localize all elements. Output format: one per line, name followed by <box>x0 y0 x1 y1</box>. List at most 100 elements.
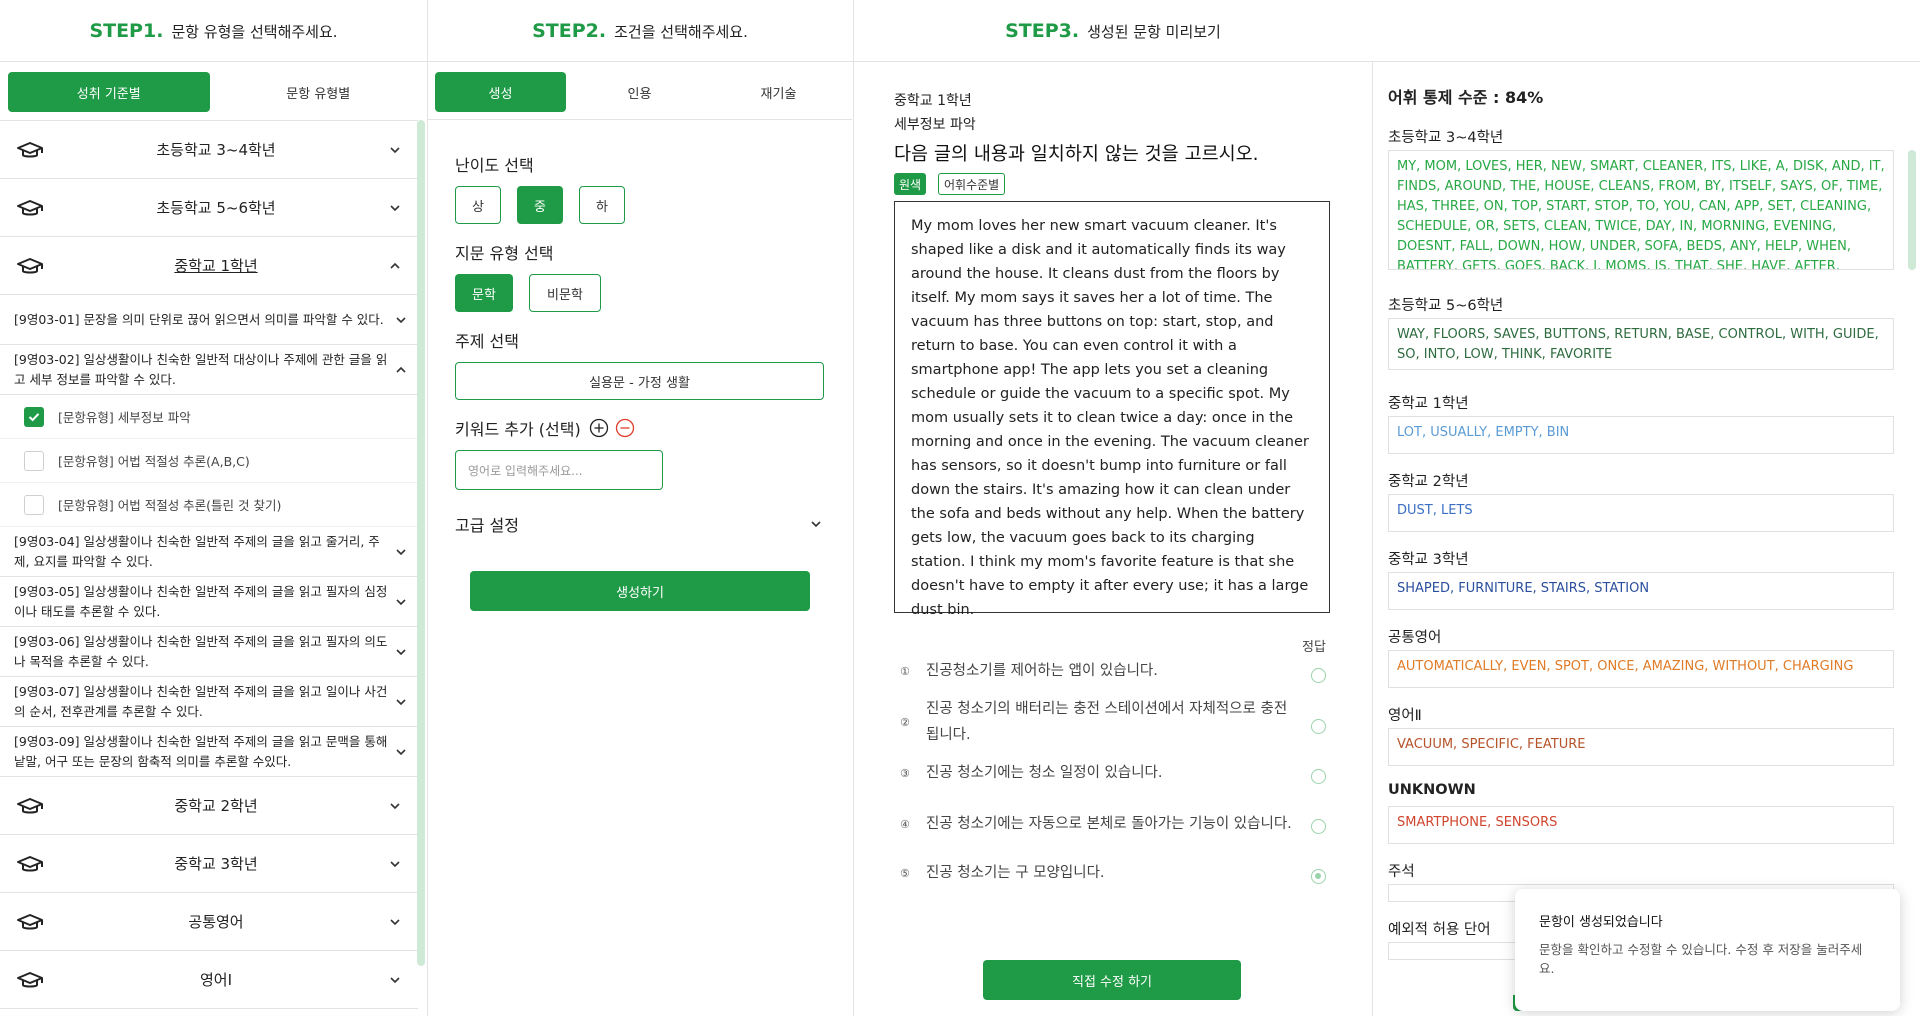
difficulty-high-button[interactable]: 상 <box>455 186 501 224</box>
choice-text: 진공 청소기에는 청소 일정이 있습니다. <box>926 765 1163 781</box>
step2-title: 조건을 선택해주세요. <box>614 22 748 41</box>
standard-item-open[interactable]: [9영03-02] 일상생활이나 친숙한 일반적 대상이나 주제에 관한 글을 … <box>0 345 418 395</box>
grade-item[interactable]: 중학교 3학년 <box>0 835 418 893</box>
vocab-group-words: SHAPED, FURNITURE, STAIRS, STATION <box>1388 572 1894 610</box>
choice-item[interactable]: ⑤ 진공 청소기는 구 모양입니다. <box>900 860 1350 886</box>
nonliterature-button[interactable]: 비문학 <box>529 274 601 312</box>
vocab-panel: 어휘 통제 수준 : 84% 초등학교 3~4학년 MY, MOM, LOVES… <box>1372 62 1920 1016</box>
standard-label: [9영03-02] 일상생활이나 친숙한 일반적 대상이나 주제에 관한 글을 … <box>14 351 388 387</box>
checkbox[interactable] <box>24 450 44 471</box>
badge-original[interactable]: 원색 <box>894 173 927 195</box>
keyword-input[interactable]: 영어로 입력해주세요... <box>455 450 663 490</box>
add-keyword-icon[interactable] <box>589 418 609 438</box>
toast-notification: 문항이 생성되었습니다 문항을 확인하고 수정할 수 있습니다. 수정 후 저장… <box>1515 889 1900 1011</box>
grade-item-open[interactable]: 중학교 1학년 <box>0 237 418 295</box>
graduation-cap-icon <box>17 199 43 215</box>
checkbox-checked[interactable] <box>24 406 44 427</box>
choice-number: ① <box>900 664 910 678</box>
standard-label: [9영03-04] 일상생활이나 친숙한 일반적 주제의 글을 읽고 줄거리, … <box>14 533 380 569</box>
standard-label: [9영03-01] 문장을 의미 단위로 끊어 읽으면서 의미를 파악할 수 있… <box>14 311 384 327</box>
step3-number: STEP3. <box>1005 20 1080 42</box>
passage-type-title: 지문 유형 선택 <box>455 244 554 263</box>
topic-select[interactable]: 실용문 - 가정 생활 <box>455 362 824 400</box>
choice-text: 진공 청소기는 구 모양입니다. <box>926 865 1105 881</box>
step1-panel: 성취 기준별 문항 유형별 초등학교 3~4학년 초등학교 5~6학년 중학교 … <box>0 62 427 1016</box>
tab-generate[interactable]: 생성 <box>435 72 566 112</box>
topic-title: 주제 선택 <box>455 332 519 351</box>
vocab-control-level: 어휘 통제 수준 : 84% <box>1388 88 1544 107</box>
difficulty-low-button[interactable]: 하 <box>579 186 625 224</box>
chevron-down-icon <box>396 698 406 705</box>
standard-label: [9영03-09] 일상생활이나 친숙한 일반적 주제의 글을 읽고 문맥을 통… <box>14 733 388 769</box>
graduation-cap-icon <box>17 855 43 871</box>
step1-number: STEP1. <box>89 20 164 42</box>
vocab-group-label: 중학교 1학년 <box>1388 396 1469 412</box>
check-icon <box>28 412 40 421</box>
standard-item[interactable]: [9영03-05] 일상생활이나 친숙한 일반적 주제의 글을 읽고 필자의 심… <box>0 577 418 627</box>
vocab-group-words: SMARTPHONE, SENSORS <box>1388 806 1894 844</box>
keyword-title: 키워드 추가 (선택) <box>455 420 581 439</box>
answer-radio[interactable] <box>1311 769 1326 784</box>
standard-item[interactable]: [9영03-01] 문장을 의미 단위로 끊어 읽으면서 의미를 파악할 수 있… <box>0 295 418 345</box>
preview-grade: 중학교 1학년 <box>894 93 972 109</box>
checkbox[interactable] <box>24 494 44 515</box>
standard-item[interactable]: [9영03-07] 일상생활이나 친숙한 일반적 주제의 글을 읽고 일이나 사… <box>0 677 418 727</box>
chevron-down-icon <box>390 802 400 809</box>
answer-radio-selected[interactable] <box>1311 869 1326 884</box>
choice-item[interactable]: ③ 진공 청소기에는 청소 일정이 있습니다. <box>900 760 1350 786</box>
choice-number: ③ <box>900 766 910 780</box>
tab-rewrite[interactable]: 재기술 <box>713 72 844 112</box>
answer-radio[interactable] <box>1311 719 1326 734</box>
grade-item[interactable]: 중학교 2학년 <box>0 777 418 835</box>
standard-item[interactable]: [9영03-09] 일상생활이나 친숙한 일반적 주제의 글을 읽고 문맥을 통… <box>0 727 418 777</box>
vocab-group-words: VACUUM, SPECIFIC, FEATURE <box>1388 728 1894 766</box>
step2-number: STEP2. <box>532 20 607 42</box>
choice-item[interactable]: ④ 진공 청소기에는 자동으로 본체로 돌아가는 기능이 있습니다. <box>900 798 1350 850</box>
question-type-label: [문항유형] 어법 적절성 추론(A,B,C) <box>58 454 250 469</box>
generate-button[interactable]: 생성하기 <box>470 571 810 611</box>
tab-by-standard[interactable]: 성취 기준별 <box>8 72 210 112</box>
standard-item[interactable]: [9영03-04] 일상생활이나 친숙한 일반적 주제의 글을 읽고 줄거리, … <box>0 527 418 577</box>
grade-item[interactable]: 초등학교 5~6학년 <box>0 179 418 237</box>
question-type-item[interactable]: [문항유형] 어법 적절성 추론(A,B,C) <box>0 439 418 483</box>
app-root: STEP1. 문항 유형을 선택해주세요. STEP2. 조건을 선택해주세요.… <box>0 0 1920 1016</box>
scrollbar[interactable] <box>417 120 425 966</box>
grade-item[interactable]: 영어Ⅰ <box>0 951 418 1009</box>
tab-quote[interactable]: 인용 <box>574 72 705 112</box>
tab-by-type[interactable]: 문항 유형별 <box>218 72 420 112</box>
difficulty-mid-button[interactable]: 중 <box>517 186 563 224</box>
chevron-down-icon <box>396 598 406 605</box>
graduation-cap-icon <box>17 797 43 813</box>
choice-item[interactable]: ② 진공 청소기의 배터리는 충전 스테이션에서 자체적으로 충전됩니다. <box>900 696 1350 748</box>
steps-header: STEP1. 문항 유형을 선택해주세요. STEP2. 조건을 선택해주세요.… <box>0 0 1920 62</box>
step2-tabs: 생성 인용 재기술 <box>427 62 852 120</box>
question-type-item[interactable]: [문항유형] 어법 적절성 추론(틀린 것 찾기) <box>0 483 418 527</box>
vocab-group-words: DUST, LETS <box>1388 494 1894 532</box>
vocab-group-label: 공통영어 <box>1388 630 1442 646</box>
step1-tabs: 성취 기준별 문항 유형별 <box>0 62 427 120</box>
answer-radio[interactable] <box>1311 668 1326 683</box>
vocab-group-label: 중학교 3학년 <box>1388 552 1469 568</box>
literature-button[interactable]: 문학 <box>455 274 513 312</box>
vocab-group-label: 중학교 2학년 <box>1388 474 1469 490</box>
scrollbar[interactable] <box>1908 150 1916 270</box>
step1-header: STEP1. 문항 유형을 선택해주세요. <box>0 0 427 62</box>
step1-title: 문항 유형을 선택해주세요. <box>171 22 338 41</box>
question-type-item[interactable]: [문항유형] 세부정보 파악 <box>0 395 418 439</box>
chevron-down-icon[interactable] <box>809 517 823 531</box>
graduation-cap-icon <box>17 257 43 273</box>
grade-item[interactable]: 초등학교 3~4학년 <box>0 121 418 179</box>
advanced-settings-title[interactable]: 고급 설정 <box>455 512 519 536</box>
edit-directly-button[interactable]: 직접 수정 하기 <box>983 960 1241 1000</box>
remove-keyword-icon[interactable] <box>615 418 635 438</box>
step3-header: STEP3. 생성된 문항 미리보기 <box>854 0 1372 62</box>
vocab-group-words: MY, MOM, LOVES, HER, NEW, SMART, CLEANER… <box>1388 150 1894 270</box>
choice-number: ② <box>900 715 910 729</box>
standard-item[interactable]: [9영03-06] 일상생활이나 친숙한 일반적 주제의 글을 읽고 필자의 의… <box>0 627 418 677</box>
choice-item[interactable]: ① 진공청소기를 제어하는 앱이 있습니다. <box>900 658 1350 684</box>
grade-item[interactable]: 공통영어 <box>0 893 418 951</box>
answer-radio[interactable] <box>1311 819 1326 834</box>
keyword-header: 키워드 추가 (선택) <box>455 416 635 440</box>
grade-label: 초등학교 3~4학년 <box>156 141 276 159</box>
badge-vocab-level[interactable]: 어휘수준별 <box>938 173 1006 195</box>
